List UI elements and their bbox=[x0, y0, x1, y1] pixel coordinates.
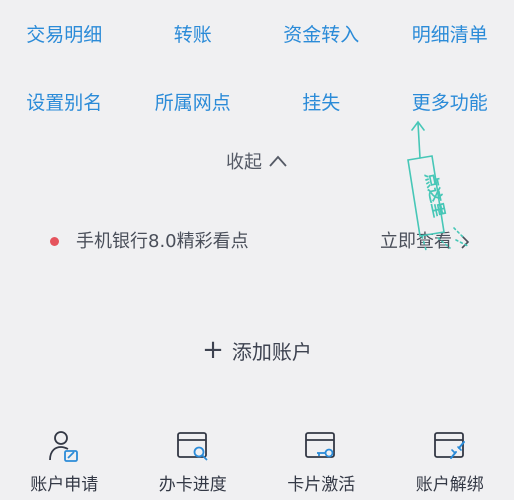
add-account-label: 添加账户 bbox=[231, 339, 312, 364]
menu-item-transfer[interactable]: 转账 bbox=[129, 15, 258, 55]
annotation-text: 点这里 bbox=[421, 171, 448, 219]
menu-item-transaction-details[interactable]: 交易明细 bbox=[0, 15, 129, 55]
menu-item-set-alias[interactable]: 设置别名 bbox=[0, 83, 129, 123]
promo-title: 手机银行8.0精彩看点 bbox=[76, 231, 249, 252]
menu-item-details-list[interactable]: 明细清单 bbox=[386, 15, 514, 55]
plus-icon: + bbox=[202, 335, 224, 365]
menu-row-2: 设置别名 所属网点 挂失 更多功能 bbox=[0, 83, 514, 123]
card-progress-button[interactable]: 办卡进度 bbox=[129, 428, 258, 500]
card-search-icon bbox=[176, 432, 208, 461]
click-here-annotation: 点这里 bbox=[407, 120, 469, 251]
card-progress-label: 办卡进度 bbox=[158, 475, 227, 495]
card-unlink-icon bbox=[433, 432, 465, 459]
account-unbind-label: 账户解绑 bbox=[415, 475, 484, 495]
menu-item-more-functions[interactable]: 更多功能 bbox=[386, 83, 514, 123]
menu-item-fund-transfer-in[interactable]: 资金转入 bbox=[257, 15, 386, 55]
account-apply-label: 账户申请 bbox=[30, 475, 99, 495]
card-key-icon bbox=[305, 432, 336, 458]
user-edit-icon bbox=[49, 431, 79, 462]
account-unbind-button[interactable]: 账户解绑 bbox=[386, 428, 514, 500]
menu-item-report-loss[interactable]: 挂失 bbox=[257, 83, 386, 123]
account-apply-button[interactable]: 账户申请 bbox=[0, 428, 129, 500]
add-account-button[interactable]: + 添加账户 bbox=[0, 330, 514, 370]
bottom-toolbar: 账户申请 办卡进度 卡片激活 账户解绑 bbox=[0, 428, 514, 500]
collapse-label: 收起 bbox=[226, 152, 262, 173]
chevron-up-icon bbox=[269, 155, 287, 167]
promo-dot bbox=[50, 237, 59, 246]
menu-item-branch[interactable]: 所属网点 bbox=[129, 83, 258, 123]
menu-row-1: 交易明细 转账 资金转入 明细清单 bbox=[0, 15, 514, 55]
card-activate-label: 卡片激活 bbox=[287, 475, 356, 495]
card-activate-button[interactable]: 卡片激活 bbox=[257, 428, 386, 500]
